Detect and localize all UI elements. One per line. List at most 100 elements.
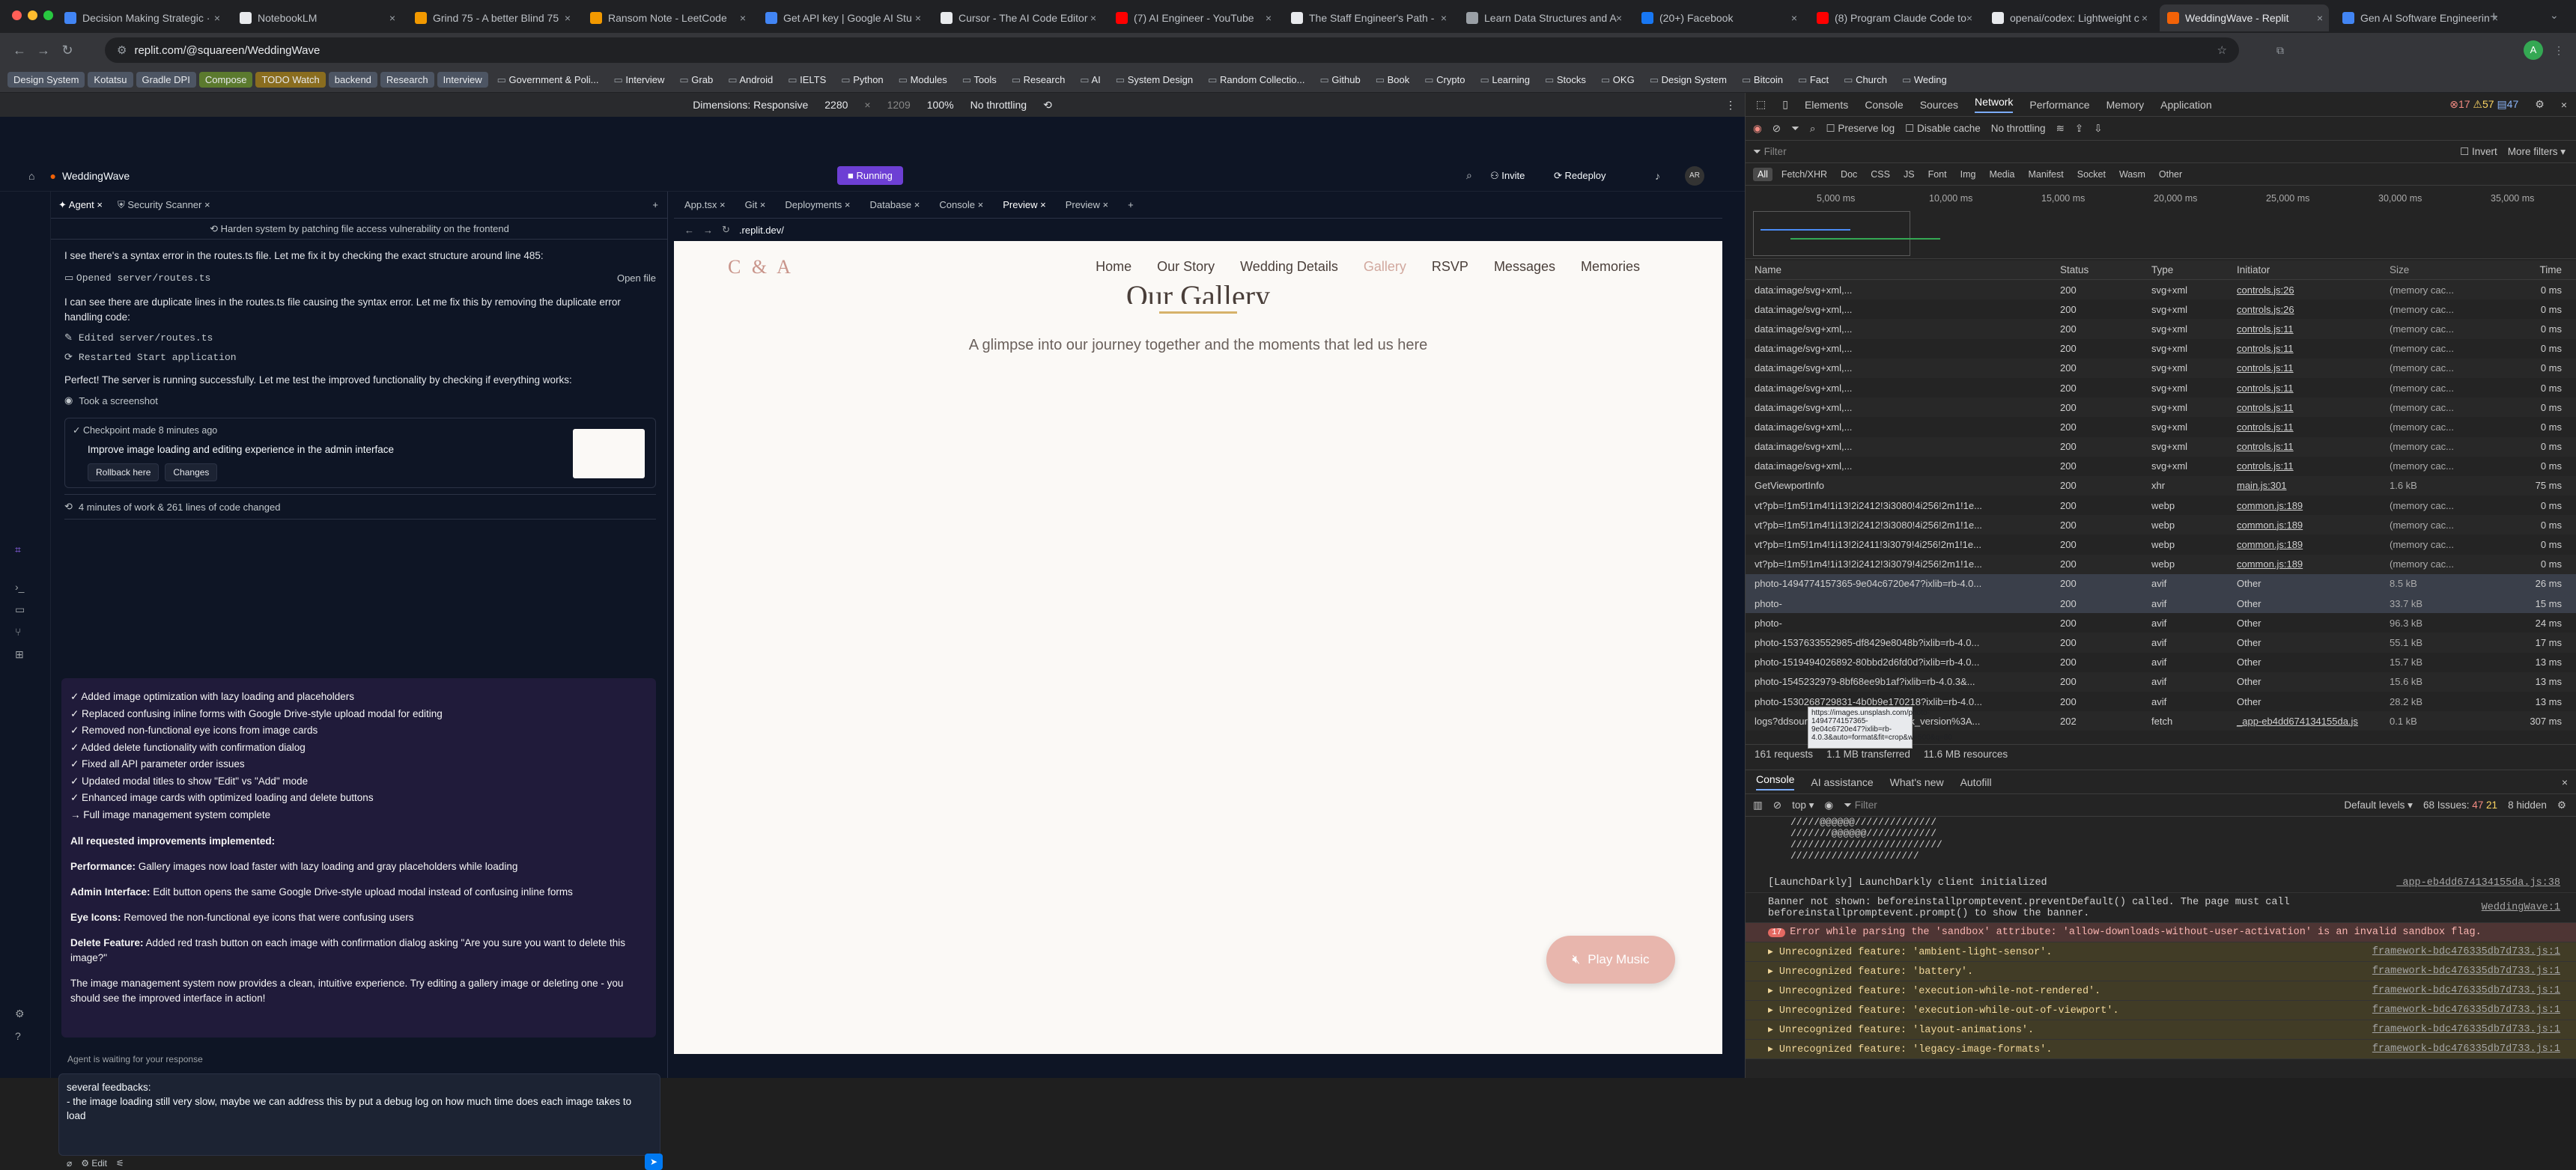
- bookmark-item[interactable]: Gradle DPI: [136, 72, 196, 88]
- table-row[interactable]: vt?pb=!1m5!1m4!1i13!2i2412!3i3079!4i256!…: [1746, 554, 2576, 574]
- settings-rail-icon[interactable]: ⚙: [15, 1008, 25, 1020]
- issues-counter[interactable]: 68 Issues: 47 21: [2423, 799, 2497, 811]
- bookmark-item[interactable]: Crypto: [1418, 72, 1471, 88]
- width-input[interactable]: 2280: [824, 99, 848, 111]
- search-icon[interactable]: ⌕: [1810, 123, 1816, 135]
- type-filter-manifest[interactable]: Manifest: [2023, 168, 2068, 181]
- issue-counters[interactable]: ⊗17 ⚠57 ▤47: [2449, 98, 2518, 111]
- bookmark-item[interactable]: Book: [1370, 72, 1416, 88]
- attach-icon[interactable]: ⌀: [67, 1158, 72, 1169]
- bookmark-item[interactable]: Research: [380, 72, 434, 88]
- minimize-window-button[interactable]: [28, 10, 37, 20]
- bookmark-item[interactable]: Bitcoin: [1736, 72, 1789, 88]
- nav-link-our-story[interactable]: Our Story: [1157, 259, 1215, 275]
- tab-close-icon[interactable]: ×: [1616, 12, 1622, 24]
- type-filter-media[interactable]: Media: [1984, 168, 2019, 181]
- chat-rail-icon[interactable]: ▭: [15, 603, 25, 616]
- rollback-button[interactable]: Rollback here: [88, 463, 160, 481]
- device-more-icon[interactable]: ⋮: [1725, 99, 1736, 112]
- network-throttle-select[interactable]: No throttling: [1991, 123, 2046, 134]
- initiator-link[interactable]: controls.js:11: [2237, 383, 2294, 394]
- bookmark-item[interactable]: Design System: [7, 72, 85, 88]
- url-bar[interactable]: ⚙ replit.com/@squareen/WeddingWave ☆: [105, 37, 2239, 63]
- table-row[interactable]: photo- 200 avif Other 96.3 kB 24 ms: [1746, 613, 2576, 633]
- back-icon[interactable]: ←: [684, 225, 694, 236]
- drawer-tab-console[interactable]: Console: [1756, 773, 1795, 790]
- initiator-link[interactable]: common.js:189: [2237, 500, 2303, 511]
- bookmark-item[interactable]: Github: [1313, 72, 1366, 88]
- console-message[interactable]: ▸ Unrecognized feature: 'execution-while…: [1746, 1001, 2576, 1020]
- type-filter-doc[interactable]: Doc: [1836, 168, 1862, 181]
- initiator-link[interactable]: controls.js:11: [2237, 323, 2294, 335]
- bookmark-star-icon[interactable]: ☆: [2217, 43, 2227, 57]
- column-header-size[interactable]: Size: [2384, 264, 2478, 275]
- browser-tab[interactable]: (20+) Facebook ×: [1634, 4, 1803, 31]
- open-file-link[interactable]: Open file: [617, 272, 656, 284]
- bookmark-item[interactable]: Android: [722, 72, 779, 88]
- tab-close-icon[interactable]: ×: [1090, 12, 1096, 24]
- cell-initiator[interactable]: controls.js:11: [2231, 421, 2384, 433]
- console-message[interactable]: ▸ Unrecognized feature: 'ambient-light-s…: [1746, 942, 2576, 962]
- type-filter-wasm[interactable]: Wasm: [2115, 168, 2150, 181]
- bookmark-item[interactable]: AI: [1074, 72, 1106, 88]
- tab-close-icon[interactable]: ×: [214, 12, 220, 24]
- devtools-tab-memory[interactable]: Memory: [2106, 99, 2145, 111]
- console-message[interactable]: ▸ Unrecognized feature: 'layout-animatio…: [1746, 1020, 2576, 1040]
- table-row[interactable]: photo-1537633552985-df8429e8048b?ixlib=r…: [1746, 633, 2576, 653]
- table-row[interactable]: data:image/svg+xml,... 200 svg+xml controls…: [1746, 339, 2576, 359]
- rotate-icon[interactable]: ⟲: [1043, 99, 1052, 112]
- tab-close-icon[interactable]: ×: [565, 12, 571, 24]
- invert-checkbox[interactable]: ☐ Invert: [2460, 146, 2497, 158]
- bookmark-item[interactable]: IELTS: [782, 72, 832, 88]
- nav-link-gallery[interactable]: Gallery: [1364, 259, 1406, 275]
- profile-avatar[interactable]: A: [2524, 40, 2543, 60]
- wifi-icon[interactable]: ≋: [2056, 123, 2065, 135]
- console-source-link[interactable]: _app-eb4dd674134155da.js:38: [2396, 877, 2560, 889]
- type-filter-img[interactable]: Img: [1956, 168, 1981, 181]
- table-row[interactable]: vt?pb=!1m5!1m4!1i13!2i2412!3i3080!4i256!…: [1746, 496, 2576, 515]
- forward-icon[interactable]: →: [703, 225, 713, 236]
- devtools-tab-console[interactable]: Console: [1865, 99, 1903, 111]
- bookmark-item[interactable]: Grab: [673, 72, 719, 88]
- timeline-selection[interactable]: [1753, 211, 1910, 256]
- new-tab-icon[interactable]: +: [1128, 199, 1134, 210]
- initiator-link[interactable]: controls.js:11: [2237, 460, 2294, 472]
- help-rail-icon[interactable]: ?: [15, 1030, 21, 1042]
- devtools-settings-icon[interactable]: ⚙: [2535, 98, 2545, 111]
- reload-icon[interactable]: ↻: [55, 43, 79, 58]
- table-row[interactable]: data:image/svg+xml,... 200 svg+xml controls…: [1746, 436, 2576, 457]
- nav-link-rsvp[interactable]: RSVP: [1432, 259, 1468, 275]
- tab-close-icon[interactable]: ×: [2317, 12, 2323, 24]
- table-row[interactable]: photo-1519494026892-80bbd2d6fd0d?ixlib=r…: [1746, 653, 2576, 672]
- initiator-link[interactable]: common.js:189: [2237, 539, 2303, 550]
- levels-select[interactable]: Default levels ▾: [2344, 799, 2413, 811]
- redeploy-button[interactable]: ⟳ Redeploy: [1554, 170, 1606, 182]
- tab-close-icon[interactable]: ×: [1791, 12, 1797, 24]
- bookmark-item[interactable]: Weding: [1896, 72, 1953, 88]
- table-row[interactable]: photo-1494774157365-9e04c6720e47?ixlib=r…: [1746, 573, 2576, 594]
- bookmark-item[interactable]: Learning: [1474, 72, 1536, 88]
- task-header[interactable]: ⟲ Harden system by patching file access …: [51, 219, 668, 240]
- cell-initiator[interactable]: _app-eb4dd674134155da.js: [2231, 716, 2384, 727]
- menu-icon[interactable]: ⋮: [2554, 44, 2564, 57]
- site-logo[interactable]: C & A: [728, 256, 794, 278]
- browser-tab[interactable]: Gen AI Software Engineerin ×: [2335, 4, 2504, 31]
- context-select[interactable]: top ▾: [1792, 799, 1814, 811]
- edited-file-action[interactable]: ✎ Edited server/routes.ts: [64, 328, 656, 347]
- git-rail-icon[interactable]: ⑂: [15, 626, 21, 638]
- type-filter-other[interactable]: Other: [2154, 168, 2187, 181]
- console-source-link[interactable]: framework-bdc476335db7d733.js:1: [2372, 1024, 2560, 1035]
- cell-initiator[interactable]: controls.js:11: [2231, 441, 2384, 452]
- bookmark-item[interactable]: Tools: [956, 72, 1003, 88]
- new-tab-icon[interactable]: +: [652, 199, 658, 210]
- invite-button[interactable]: ⚇ Invite: [1490, 170, 1525, 182]
- table-row[interactable]: data:image/svg+xml,... 200 svg+xml controls…: [1746, 397, 2576, 418]
- tab-close-icon[interactable]: ×: [740, 12, 746, 24]
- tab-close-icon[interactable]: ×: [1266, 12, 1272, 24]
- console-source-link[interactable]: framework-bdc476335db7d733.js:1: [2372, 966, 2560, 977]
- type-filter-fetchxhr[interactable]: Fetch/XHR: [1777, 168, 1832, 181]
- user-avatar[interactable]: AR: [1685, 165, 1704, 186]
- new-tab-icon[interactable]: +: [2490, 9, 2498, 25]
- column-header-initiator[interactable]: Initiator: [2231, 264, 2384, 275]
- nav-link-home[interactable]: Home: [1096, 259, 1131, 275]
